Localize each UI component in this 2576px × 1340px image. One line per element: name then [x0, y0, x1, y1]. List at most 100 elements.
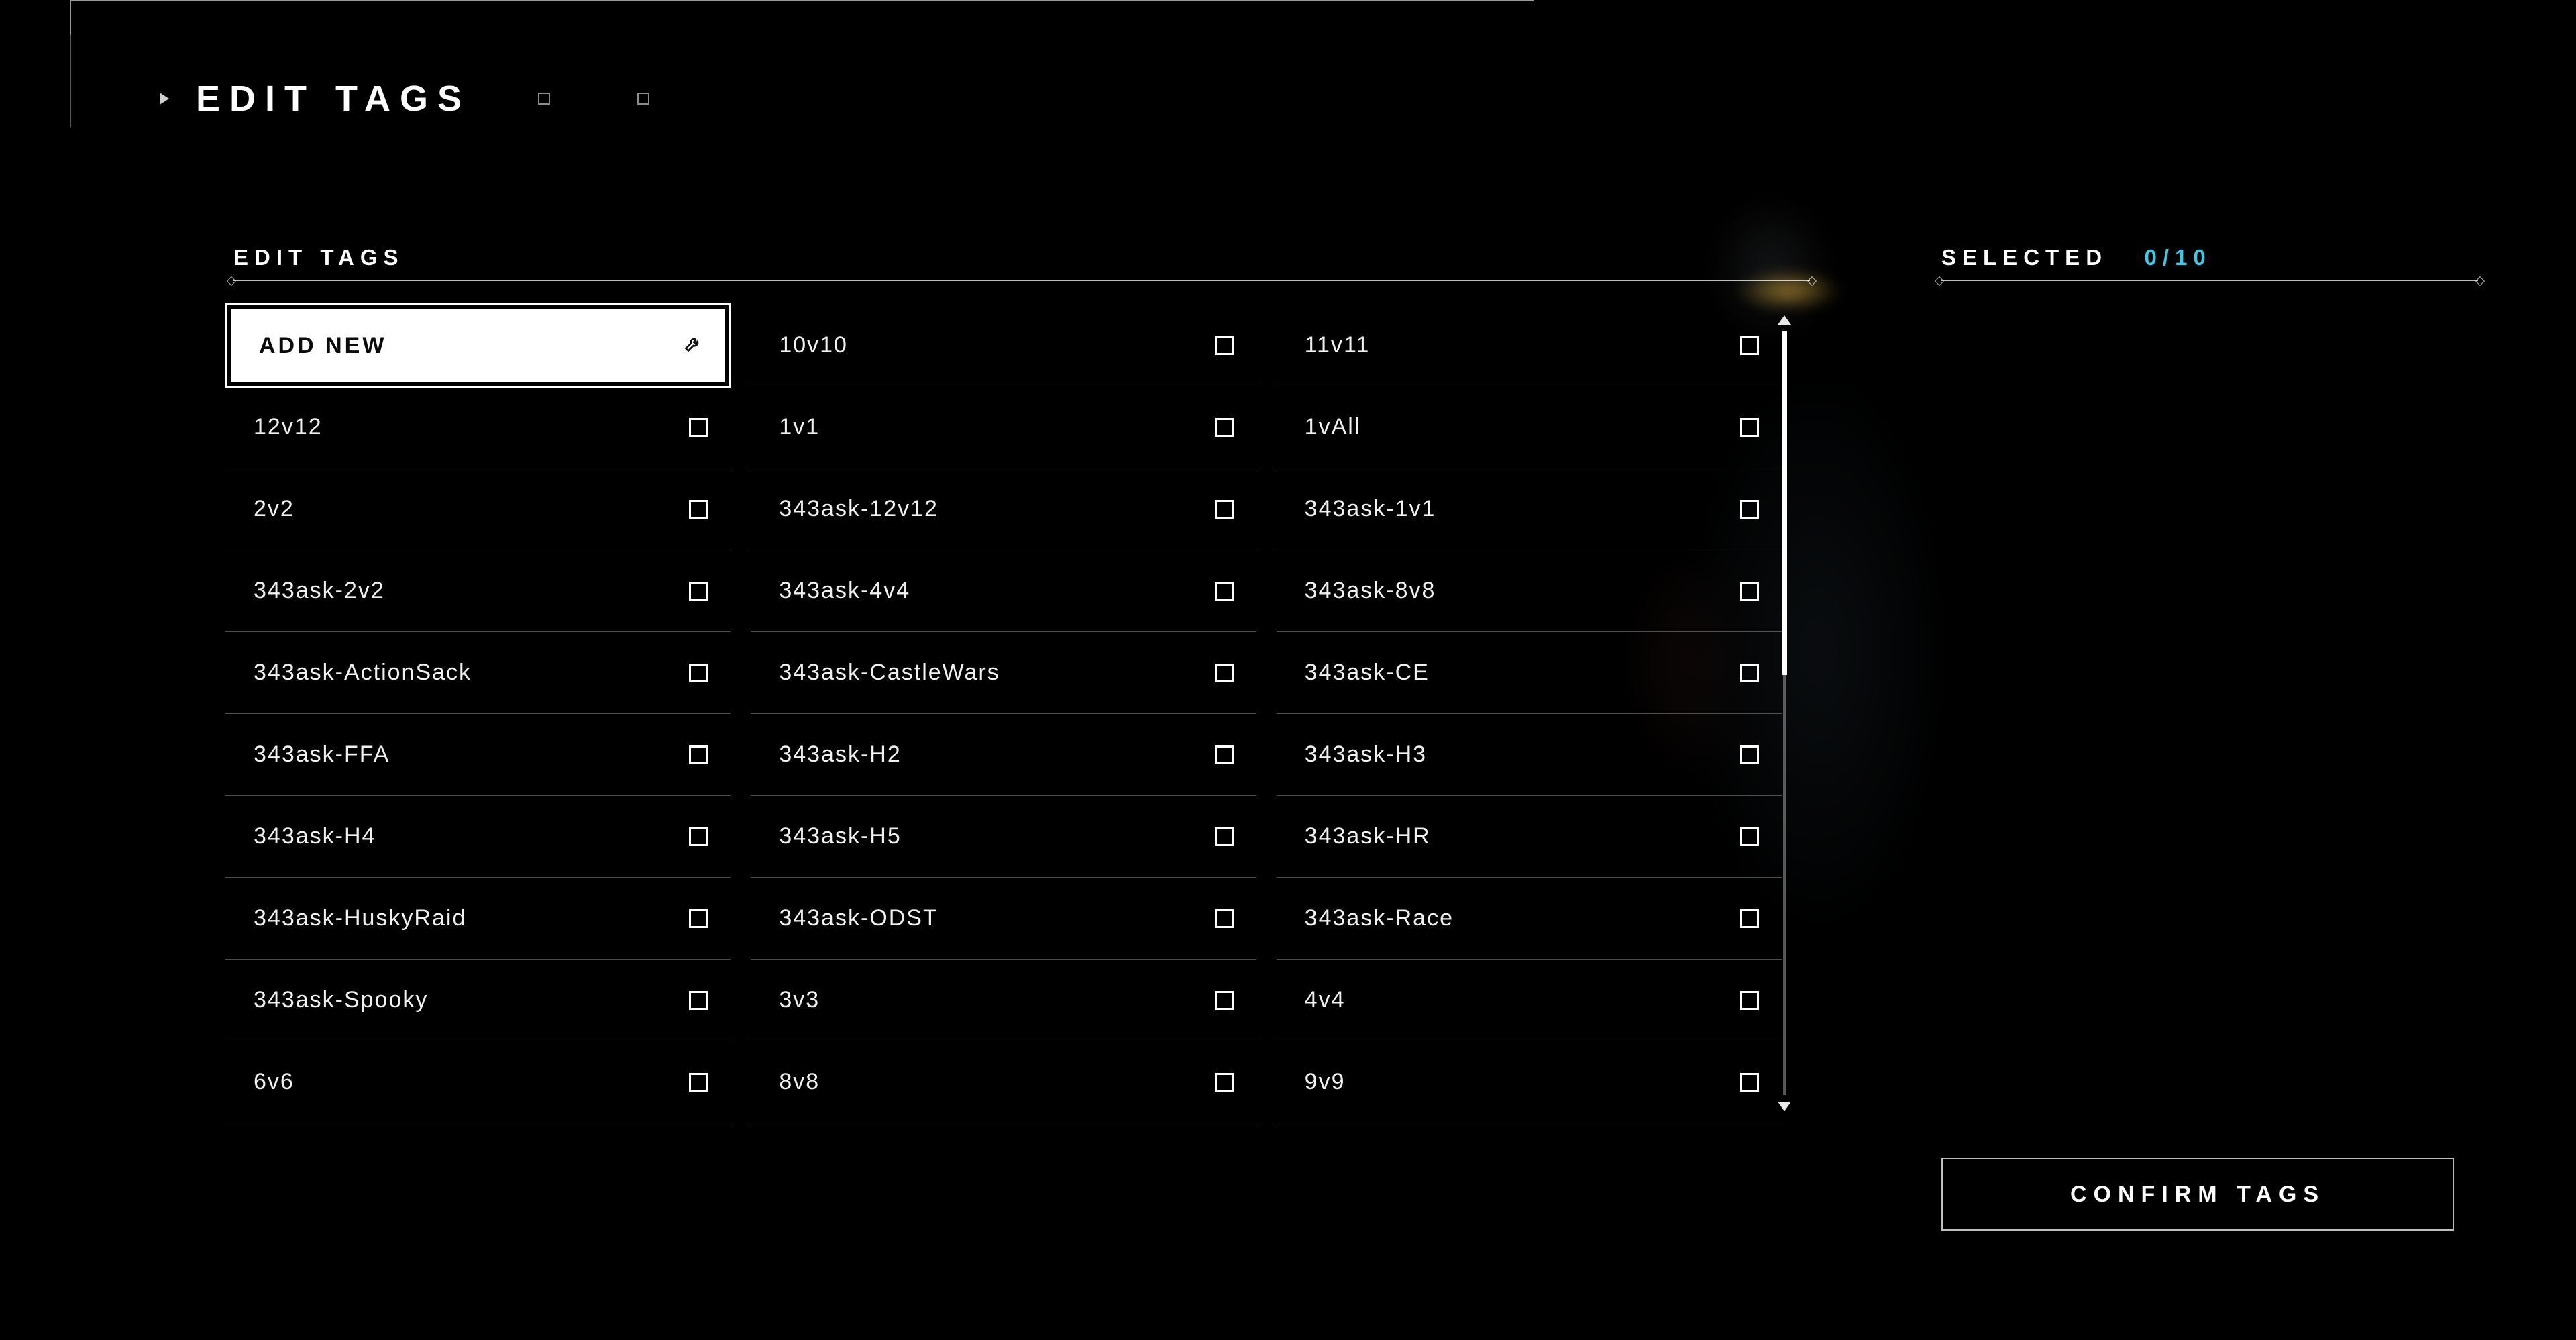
- tag-checkbox[interactable]: [1215, 500, 1234, 519]
- tag-cell[interactable]: 343ask-H2: [751, 714, 1256, 796]
- tag-checkbox[interactable]: [1215, 336, 1234, 355]
- section-label-edit-tags: EDIT TAGS: [233, 245, 1817, 270]
- tag-label: 343ask-4v4: [779, 578, 910, 604]
- tag-label: 9v9: [1305, 1069, 1346, 1095]
- tag-checkbox[interactable]: [689, 500, 708, 519]
- tag-label: 343ask-H5: [779, 823, 901, 849]
- tag-cell[interactable]: 343ask-ODST: [751, 878, 1256, 960]
- tag-checkbox[interactable]: [1740, 909, 1759, 928]
- tag-cell[interactable]: 343ask-CE: [1277, 632, 1782, 714]
- tag-checkbox[interactable]: [689, 582, 708, 601]
- tag-cell[interactable]: 4v4: [1277, 960, 1782, 1041]
- tag-cell[interactable]: 343ask-HuskyRaid: [225, 878, 731, 960]
- tag-cell[interactable]: 1v1: [751, 386, 1256, 468]
- title-caret-icon: [160, 93, 169, 105]
- tag-label: 6v6: [254, 1069, 294, 1095]
- tag-cell[interactable]: 343ask-CastleWars: [751, 632, 1256, 714]
- tag-label: 343ask-2v2: [254, 578, 385, 604]
- selected-count: 0/10: [2145, 245, 2212, 270]
- tag-cell[interactable]: 10v10: [751, 305, 1256, 386]
- tag-cell[interactable]: 3v3: [751, 960, 1256, 1041]
- tag-cell[interactable]: 1vAll: [1277, 386, 1782, 468]
- tag-label: 8v8: [779, 1069, 820, 1095]
- confirm-tags-button[interactable]: CONFIRM TAGS: [1941, 1158, 2454, 1231]
- tag-checkbox[interactable]: [689, 991, 708, 1010]
- section-header-right: SELECTED 0/10: [1941, 245, 2478, 281]
- page-title-row: EDIT TAGS: [160, 78, 649, 119]
- tag-label: 2v2: [254, 496, 294, 522]
- tag-cell[interactable]: 343ask-FFA: [225, 714, 731, 796]
- tag-cell[interactable]: 343ask-Race: [1277, 878, 1782, 960]
- tag-cell[interactable]: 343ask-ActionSack: [225, 632, 731, 714]
- tag-label: 11v11: [1305, 332, 1371, 358]
- scroll-down-icon[interactable]: [1778, 1102, 1791, 1111]
- tag-cell[interactable]: 343ask-8v8: [1277, 550, 1782, 632]
- tag-cell[interactable]: 11v11: [1277, 305, 1782, 386]
- tag-label: 1vAll: [1305, 414, 1361, 440]
- tag-label: 343ask-ActionSack: [254, 660, 472, 686]
- tag-cell[interactable]: 343ask-HR: [1277, 796, 1782, 878]
- scroll-up-icon[interactable]: [1778, 315, 1791, 325]
- tag-cell[interactable]: 343ask-H4: [225, 796, 731, 878]
- tag-checkbox[interactable]: [1740, 336, 1759, 355]
- tag-label: 343ask-1v1: [1305, 496, 1436, 522]
- tag-label: 343ask-H3: [1305, 741, 1427, 768]
- tag-label: 343ask-ODST: [779, 905, 938, 931]
- header-frame-line: [70, 0, 1534, 34]
- tag-cell[interactable]: 343ask-H3: [1277, 714, 1782, 796]
- tag-checkbox[interactable]: [689, 745, 708, 764]
- tag-cell[interactable]: 343ask-4v4: [751, 550, 1256, 632]
- tag-checkbox[interactable]: [1215, 909, 1234, 928]
- tag-label: 12v12: [254, 414, 323, 440]
- wrench-icon: [684, 333, 702, 359]
- selected-label-text: SELECTED: [1941, 245, 2108, 270]
- tag-checkbox[interactable]: [689, 418, 708, 437]
- section-header-left: EDIT TAGS: [233, 245, 1817, 281]
- page-title: EDIT TAGS: [196, 78, 471, 119]
- tag-checkbox[interactable]: [1215, 827, 1234, 846]
- tag-checkbox[interactable]: [689, 1073, 708, 1092]
- tag-checkbox[interactable]: [1215, 582, 1234, 601]
- tag-label: 343ask-CastleWars: [779, 660, 1000, 686]
- confirm-tags-label: CONFIRM TAGS: [2070, 1182, 2325, 1208]
- scroll-track[interactable]: [1783, 331, 1786, 1095]
- tag-checkbox[interactable]: [1740, 1073, 1759, 1092]
- tag-cell[interactable]: 9v9: [1277, 1041, 1782, 1123]
- tag-checkbox[interactable]: [1215, 418, 1234, 437]
- tag-checkbox[interactable]: [1215, 745, 1234, 764]
- tag-label: 343ask-HuskyRaid: [254, 905, 466, 931]
- tag-checkbox[interactable]: [1215, 664, 1234, 682]
- tag-cell[interactable]: 12v12: [225, 386, 731, 468]
- tag-checkbox[interactable]: [1740, 664, 1759, 682]
- scroll-thumb[interactable]: [1782, 331, 1787, 675]
- add-new-button[interactable]: ADD NEW: [231, 309, 725, 382]
- tag-label: 343ask-Spooky: [254, 987, 428, 1013]
- tag-cell[interactable]: 343ask-H5: [751, 796, 1256, 878]
- tag-cell[interactable]: 343ask-1v1: [1277, 468, 1782, 550]
- tag-cell[interactable]: 6v6: [225, 1041, 731, 1123]
- tag-checkbox[interactable]: [1215, 991, 1234, 1010]
- tag-cell[interactable]: 343ask-2v2: [225, 550, 731, 632]
- tag-checkbox[interactable]: [689, 909, 708, 928]
- title-decor-box: [637, 93, 649, 105]
- tag-checkbox[interactable]: [1740, 582, 1759, 601]
- tag-label: 10v10: [779, 332, 848, 358]
- tag-cell[interactable]: 343ask-12v12: [751, 468, 1256, 550]
- tag-checkbox[interactable]: [1740, 418, 1759, 437]
- tag-checkbox[interactable]: [689, 827, 708, 846]
- tag-cell[interactable]: 8v8: [751, 1041, 1256, 1123]
- tag-checkbox[interactable]: [1215, 1073, 1234, 1092]
- section-label-selected: SELECTED 0/10: [1941, 245, 2478, 270]
- tag-cell[interactable]: 343ask-Spooky: [225, 960, 731, 1041]
- tag-checkbox[interactable]: [1740, 745, 1759, 764]
- tag-scrollbar[interactable]: [1776, 315, 1792, 1111]
- tag-checkbox[interactable]: [1740, 500, 1759, 519]
- tag-checkbox[interactable]: [1740, 827, 1759, 846]
- tag-cell[interactable]: 2v2: [225, 468, 731, 550]
- tag-label: 3v3: [779, 987, 820, 1013]
- tag-label: 343ask-Race: [1305, 905, 1454, 931]
- tag-checkbox[interactable]: [689, 664, 708, 682]
- add-new-label: ADD NEW: [259, 333, 386, 359]
- tag-checkbox[interactable]: [1740, 991, 1759, 1010]
- tag-label: 343ask-H2: [779, 741, 901, 768]
